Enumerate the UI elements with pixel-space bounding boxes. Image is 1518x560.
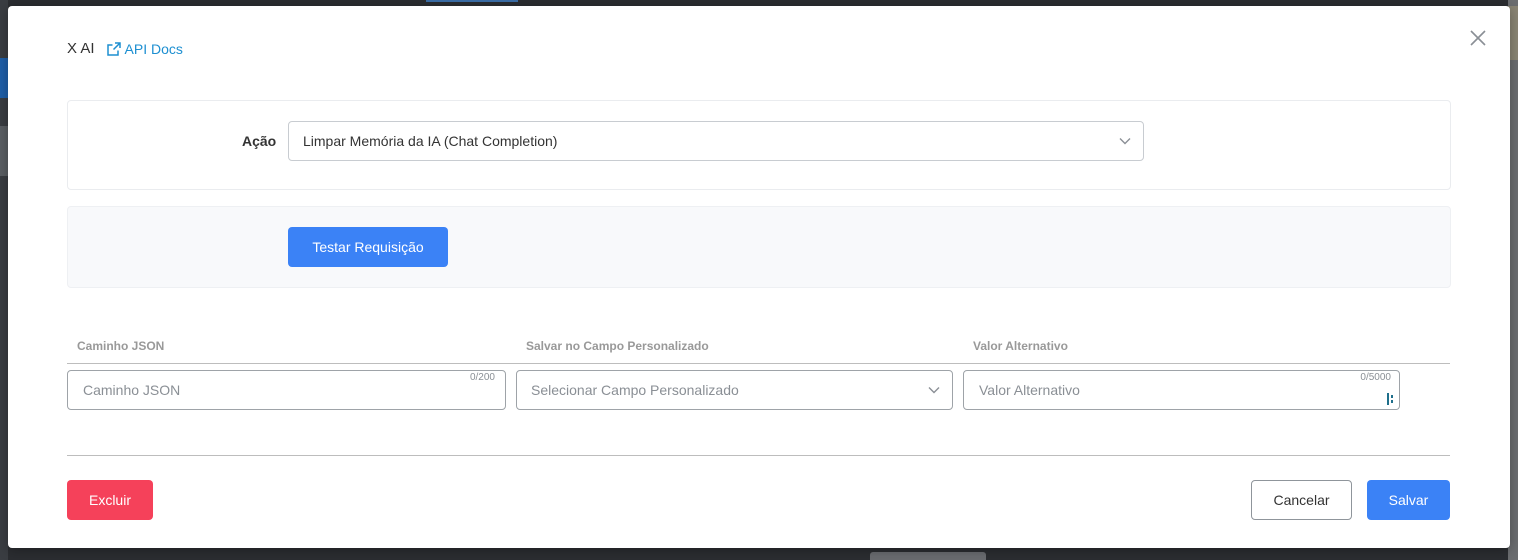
close-icon xyxy=(1470,30,1486,46)
action-select-value: Limpar Memória da IA (Chat Completion) xyxy=(303,133,558,149)
background-top-accent xyxy=(426,0,518,2)
action-card: Ação Limpar Memória da IA (Chat Completi… xyxy=(67,100,1451,190)
fallback-value-field: 0/5000 xyxy=(963,370,1400,410)
chevron-down-icon xyxy=(928,387,940,394)
delete-button[interactable]: Excluir xyxy=(67,480,153,520)
fallback-value-counter: 0/5000 xyxy=(1360,372,1391,383)
api-docs-link[interactable]: API Docs xyxy=(106,40,183,57)
background-light-block xyxy=(0,126,8,176)
action-select[interactable]: Limpar Memória da IA (Chat Completion) xyxy=(288,121,1144,161)
resize-handle-icon[interactable] xyxy=(1386,392,1396,406)
test-card: Testar Requisição xyxy=(67,206,1451,288)
background-bottom-tab xyxy=(870,552,986,560)
chevron-down-icon xyxy=(1119,138,1131,145)
api-docs-label: API Docs xyxy=(124,40,183,57)
action-label: Ação xyxy=(242,133,277,149)
test-request-button[interactable]: Testar Requisição xyxy=(288,227,448,267)
close-button[interactable] xyxy=(1468,28,1488,48)
json-path-input[interactable] xyxy=(68,371,505,409)
background-left-edge xyxy=(0,0,8,560)
integration-modal: X AI API Docs Ação Limpar Memória da IA … xyxy=(8,6,1510,548)
footer-divider xyxy=(67,455,1450,456)
modal-header: X AI API Docs xyxy=(67,40,183,57)
external-link-icon xyxy=(106,41,121,56)
column-header-custom-field: Salvar no Campo Personalizado xyxy=(526,339,709,353)
custom-field-select[interactable]: Selecionar Campo Personalizado xyxy=(516,370,953,410)
header-divider xyxy=(67,363,1450,364)
background-blue-block xyxy=(0,58,8,98)
json-path-counter: 0/200 xyxy=(469,372,495,383)
cancel-button[interactable]: Cancelar xyxy=(1251,480,1352,520)
save-button[interactable]: Salvar xyxy=(1367,480,1450,520)
column-header-json-path: Caminho JSON xyxy=(77,339,165,353)
custom-field-placeholder: Selecionar Campo Personalizado xyxy=(531,382,739,398)
modal-title: X AI xyxy=(67,40,95,57)
json-path-field: 0/200 xyxy=(67,370,506,410)
fallback-value-textarea[interactable] xyxy=(964,371,1399,409)
column-header-fallback: Valor Alternativo xyxy=(973,339,1068,353)
